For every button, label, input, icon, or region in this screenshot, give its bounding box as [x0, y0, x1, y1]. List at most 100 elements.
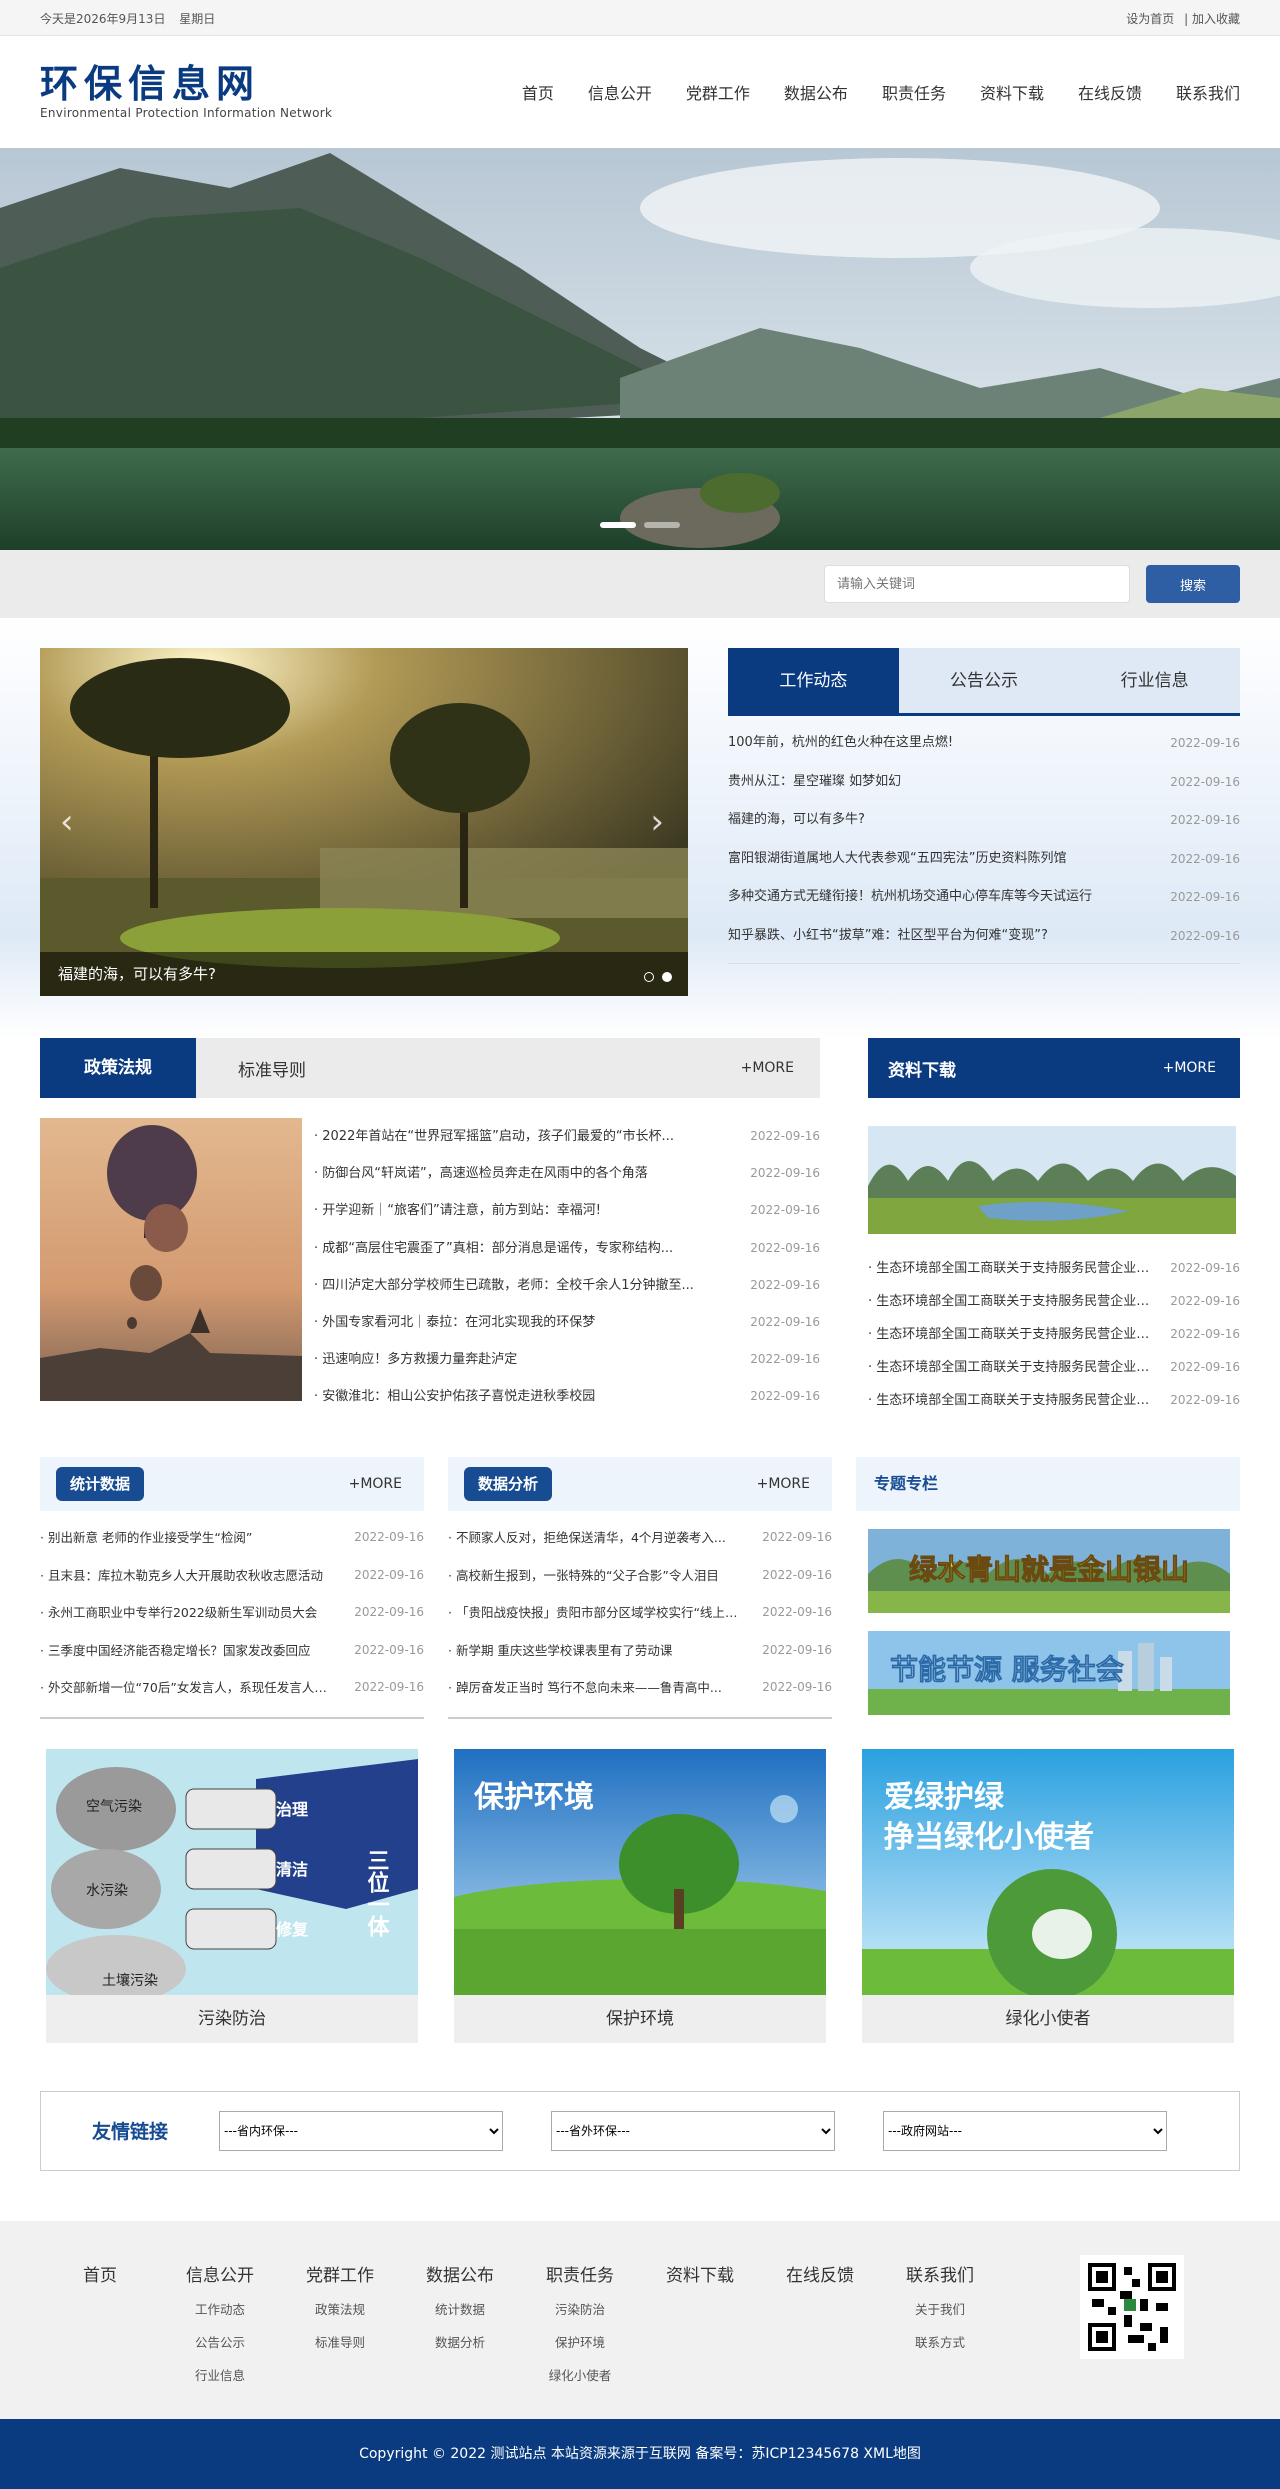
policy-bar: 政策法规 标准导则 +MORE: [40, 1038, 820, 1098]
footer-link[interactable]: 统计数据: [400, 2300, 520, 2333]
stats-block: 统计数据 +MORE · 别出新意 老师的作业接受学生“检阅” 2022-09-1…: [40, 1457, 424, 1719]
list-item[interactable]: · 生态环境部全国工商联关于支持服务民营企业绿色发展的意见 2022-09-16: [868, 1285, 1240, 1318]
slider-dot-2[interactable]: [662, 972, 672, 982]
news-title: 福建的海，可以有多牛?: [728, 812, 865, 827]
list-item[interactable]: · 迅速响应！多方救援力量奔赴泸定 2022-09-16: [314, 1341, 820, 1378]
set-home-link[interactable]: 设为首页: [1126, 12, 1174, 26]
list-item[interactable]: 贵州从江：星空璀璨 如梦如幻 2022-09-16: [728, 763, 1240, 802]
footer-head[interactable]: 职责任务: [520, 2261, 640, 2286]
footer-link[interactable]: 公告公示: [160, 2333, 280, 2366]
list-item[interactable]: · 新学期 重庆这些学校课表里有了劳动课 2022-09-16: [448, 1632, 832, 1670]
nav-feedback[interactable]: 在线反馈: [1078, 80, 1142, 104]
select-gov-sites[interactable]: ---政府网站---: [883, 2110, 1167, 2151]
list-item[interactable]: · 高校新生报到，一张特殊的“父子合影”令人泪目 2022-09-16: [448, 1557, 832, 1595]
tag-water: 水污染: [86, 1883, 128, 1899]
protect-env-img-text: 保护环境: [474, 1780, 594, 1815]
list-item[interactable]: · 外交部新增一位“70后”女发言人，系现任发言人中... 2022-09-16: [40, 1669, 424, 1707]
add-favorite-link[interactable]: 加入收藏: [1192, 12, 1240, 26]
tag-clean: 清洁: [276, 1860, 308, 1879]
nav-duties[interactable]: 职责任务: [882, 80, 946, 104]
list-item[interactable]: · 生态环境部全国工商联关于支持服务民营企业绿色发展的意见 2022-09-16: [868, 1384, 1240, 1417]
footer-link[interactable]: 数据分析: [400, 2333, 520, 2366]
karst-landscape-image[interactable]: [868, 1126, 1236, 1234]
nav-party-work[interactable]: 党群工作: [686, 80, 750, 104]
list-item[interactable]: · 踔厉奋发正当时 笃行不怠向未来——鲁青高中... 2022-09-16: [448, 1669, 832, 1707]
footer-head[interactable]: 信息公开: [160, 2261, 280, 2286]
footer-link[interactable]: 保护环境: [520, 2333, 640, 2366]
list-item[interactable]: · 生态环境部全国工商联关于支持服务民营企业绿色发展的意见 2022-09-16: [868, 1318, 1240, 1351]
list-item[interactable]: · 2022年首站在“世界冠军摇篮”启动，孩子们最爱的“市长杯... 2022-0…: [314, 1118, 820, 1155]
footer-link[interactable]: 工作动态: [160, 2300, 280, 2333]
list-item[interactable]: · 永州工商职业中专举行2022级新生军训动员大会 2022-09-16: [40, 1594, 424, 1632]
list-item[interactable]: · 不顾家人反对，拒绝保送清华，4个月逆袭考入... 2022-09-16: [448, 1519, 832, 1557]
footer-head[interactable]: 在线反馈: [760, 2261, 880, 2286]
nav-info-open[interactable]: 信息公开: [588, 80, 652, 104]
special-banner-2[interactable]: 节能节源 服务社会: [868, 1631, 1230, 1715]
search-button[interactable]: 搜索: [1146, 565, 1240, 603]
list-item[interactable]: · 外国专家看河北｜泰拉：在河北实现我的环保梦 2022-09-16: [314, 1304, 820, 1341]
banner-dot-1[interactable]: [600, 522, 636, 528]
list-item[interactable]: · 三季度中国经济能否稳定增长？国家发改委回应 2022-09-16: [40, 1632, 424, 1670]
news-slider[interactable]: ‹ › 福建的海，可以有多牛?: [40, 648, 688, 996]
footer-head[interactable]: 首页: [40, 2261, 160, 2286]
nav-contact[interactable]: 联系我们: [1176, 80, 1240, 104]
list-item[interactable]: · 开学迎新｜“旅客们”请注意，前方到站：幸福河! 2022-09-16: [314, 1192, 820, 1229]
list-item[interactable]: 100年前，杭州的红色火种在这里点燃! 2022-09-16: [728, 724, 1240, 763]
analysis-more-link[interactable]: +MORE: [757, 1476, 810, 1492]
footer-link[interactable]: 政策法规: [280, 2300, 400, 2333]
nav-downloads[interactable]: 资料下载: [980, 80, 1044, 104]
hero-banner[interactable]: [0, 148, 1280, 550]
tab-policy[interactable]: 政策法规: [40, 1038, 196, 1098]
footer-link[interactable]: 联系方式: [880, 2333, 1000, 2366]
footer-head[interactable]: 联系我们: [880, 2261, 1000, 2286]
card-protect-env[interactable]: 保护环境 保护环境: [454, 1748, 826, 2043]
footer-link[interactable]: 行业信息: [160, 2366, 280, 2399]
tab-announcements[interactable]: 公告公示: [899, 648, 1070, 713]
banner-dot-2[interactable]: [644, 522, 680, 528]
slider-dot-1[interactable]: [644, 972, 654, 982]
card-pollution[interactable]: 空气污染 水污染 土壤污染 治理 清洁 修复 三位一体 污染防治: [46, 1748, 418, 2043]
list-item[interactable]: · 防御台风“轩岚诺”，高速巡检员奔走在风雨中的各个角落 2022-09-16: [314, 1155, 820, 1192]
select-in-province[interactable]: ---省内环保---: [219, 2110, 503, 2151]
footer-link[interactable]: 标准导则: [280, 2333, 400, 2366]
list-item[interactable]: 富阳银湖街道属地人大代表参观“五四宪法”历史资料陈列馆 2022-09-16: [728, 840, 1240, 879]
list-item[interactable]: · 安徽淮北：相山公安护佑孩子喜悦走进秋季校园 2022-09-16: [314, 1378, 820, 1415]
list-item[interactable]: · 别出新意 老师的作业接受学生“检阅” 2022-09-16: [40, 1519, 424, 1557]
list-item[interactable]: 多种交通方式无缝衔接！杭州机场交通中心停车库等今天试运行 2022-09-16: [728, 878, 1240, 917]
list-item[interactable]: · 「贵阳战疫快报」贵阳市部分区域学校实行“线上教学” 2022-09-16: [448, 1594, 832, 1632]
download-more-link[interactable]: +MORE: [1163, 1060, 1216, 1076]
footer-link[interactable]: 绿化小使者: [520, 2366, 640, 2399]
news-section: ‹ › 福建的海，可以有多牛? 工作动态 公告公示 行业信息 100年前，杭州的…: [0, 618, 1280, 1038]
slider-next-icon[interactable]: ›: [650, 802, 664, 842]
stats-more-link[interactable]: +MORE: [349, 1476, 402, 1492]
list-item[interactable]: · 且末县：库拉木勒克乡人大开展助农秋收志愿活动 2022-09-16: [40, 1557, 424, 1595]
tab-industry-info[interactable]: 行业信息: [1069, 648, 1240, 713]
select-out-province[interactable]: ---省外环保---: [551, 2110, 835, 2151]
list-item[interactable]: · 生态环境部全国工商联关于支持服务民营企业绿色发展的意见 2022-09-16: [868, 1252, 1240, 1285]
special-banner-1[interactable]: 绿水青山就是金山银山: [868, 1529, 1230, 1613]
nav-home[interactable]: 首页: [522, 80, 554, 104]
nav-data-release[interactable]: 数据公布: [784, 80, 848, 104]
card-green-envoy[interactable]: 爱绿护绿 挣当绿化小使者 绿化小使者: [862, 1748, 1234, 2043]
analysis-item-title: · 新学期 重庆这些学校课表里有了劳动课: [448, 1642, 673, 1658]
analysis-title[interactable]: 数据分析: [464, 1467, 553, 1501]
list-item[interactable]: 福建的海，可以有多牛? 2022-09-16: [728, 801, 1240, 840]
tab-standards[interactable]: 标准导则: [238, 1056, 306, 1081]
tab-work-news[interactable]: 工作动态: [728, 648, 899, 713]
footer-link[interactable]: 关于我们: [880, 2300, 1000, 2333]
list-item[interactable]: · 成都“高层住宅震歪了”真相：部分消息是谣传，专家称结构... 2022-09-…: [314, 1230, 820, 1267]
list-item[interactable]: 知乎暴跌、小红书“拔草”难：社区型平台为何难“变现”? 2022-09-16: [728, 917, 1240, 956]
footer-head[interactable]: 资料下载: [640, 2261, 760, 2286]
footer-link[interactable]: 污染防治: [520, 2300, 640, 2333]
slider-prev-icon[interactable]: ‹: [60, 802, 74, 842]
list-item[interactable]: · 生态环境部全国工商联关于支持服务民营企业绿色发展的意见 2022-09-16: [868, 1351, 1240, 1384]
footer-head[interactable]: 党群工作: [280, 2261, 400, 2286]
list-item[interactable]: · 四川泸定大部分学校师生已疏散，老师：全校千余人1分钟撤至... 2022-09…: [314, 1267, 820, 1304]
balloon-image: [40, 1118, 302, 1401]
site-logo[interactable]: 环保信息网 Environmental Protection Informati…: [40, 64, 332, 121]
stats-title[interactable]: 统计数据: [56, 1467, 145, 1501]
footer-head[interactable]: 数据公布: [400, 2261, 520, 2286]
policy-more-link[interactable]: +MORE: [741, 1060, 794, 1076]
slider-caption[interactable]: 福建的海，可以有多牛?: [40, 952, 688, 996]
search-input[interactable]: [824, 565, 1130, 603]
